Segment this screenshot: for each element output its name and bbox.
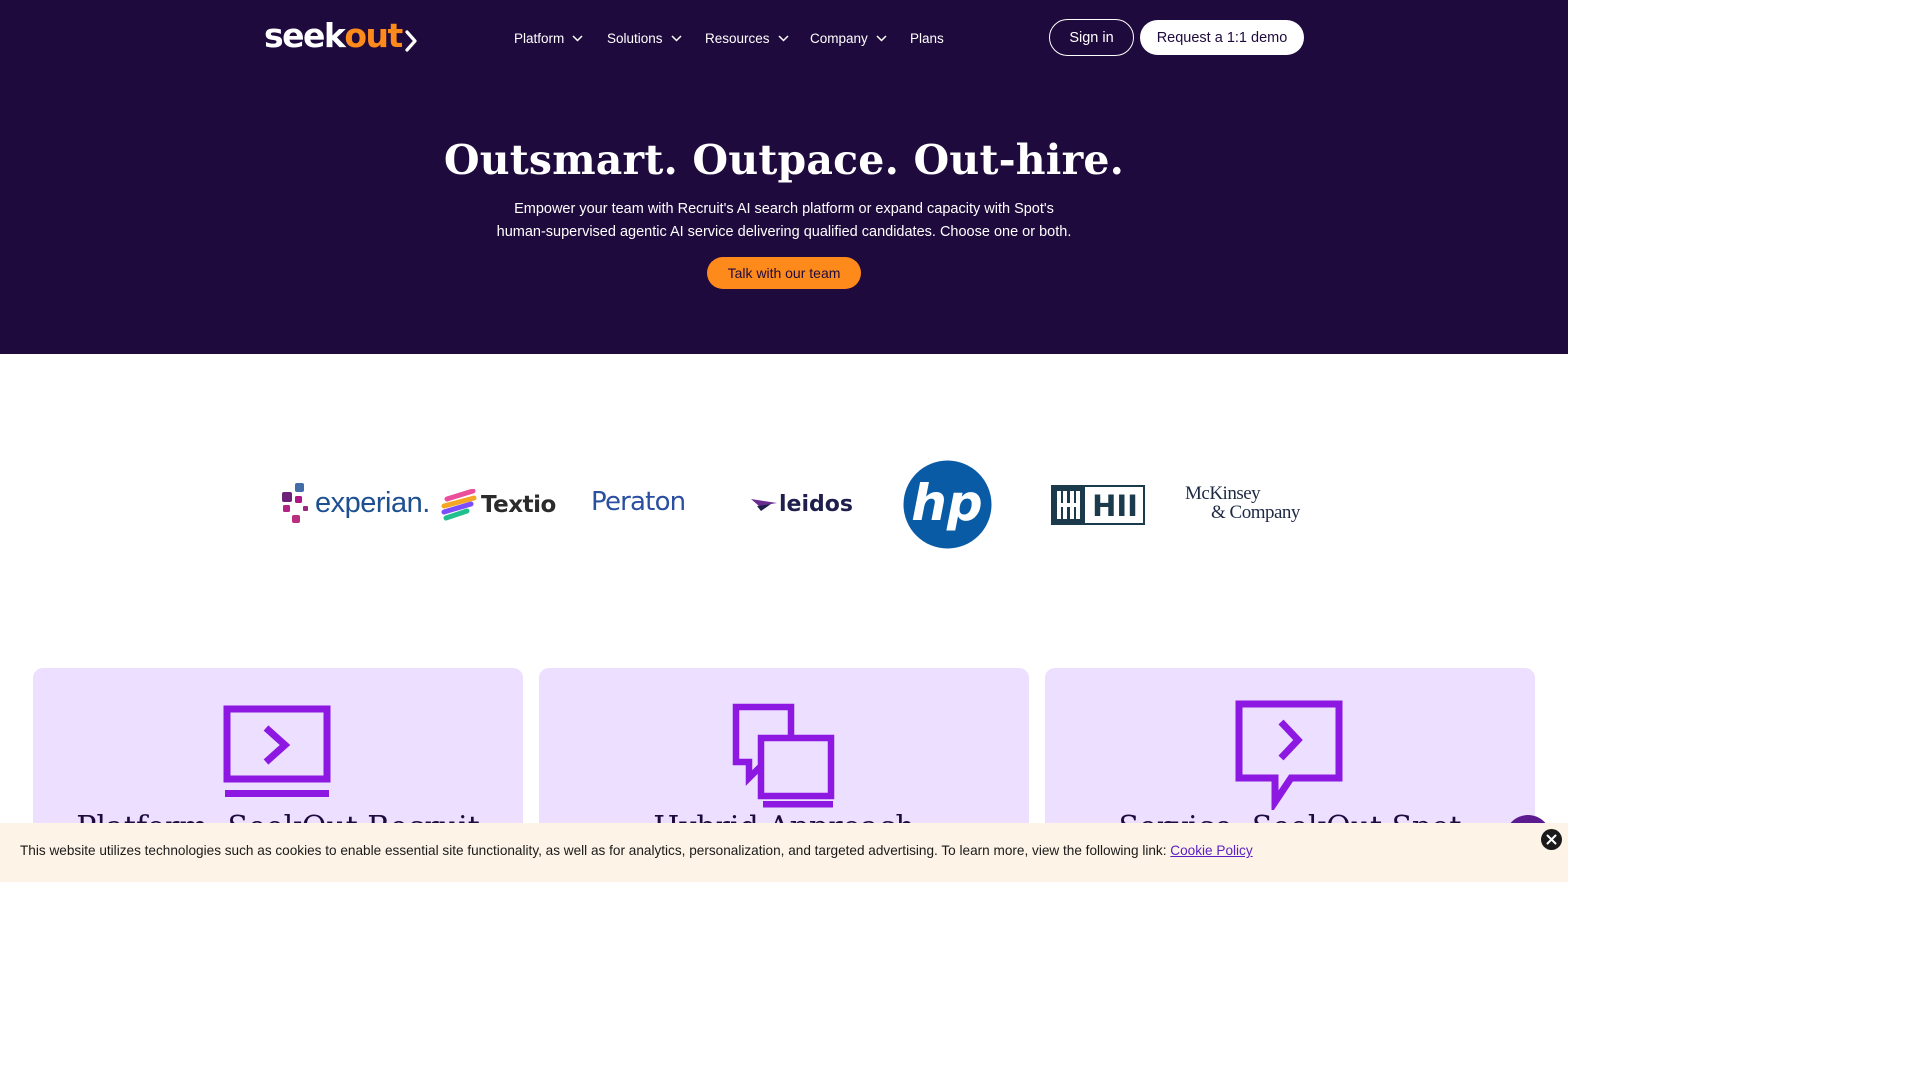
cookie-close-button[interactable] xyxy=(1541,829,1562,850)
hii-badge-icon: HII xyxy=(1051,485,1145,525)
hero-title: Outsmart. Outpace. Out-hire. xyxy=(443,136,1125,184)
customer-logos: experian. Textio Peraton leidos hp HII M… xyxy=(0,354,1568,668)
sign-in-button[interactable]: Sign in xyxy=(1049,19,1134,56)
cookie-policy-link[interactable]: Cookie Policy xyxy=(1170,843,1252,858)
screen-chevron-icon xyxy=(223,705,331,797)
logo-text-seek: seek xyxy=(264,16,346,55)
experian-logo: experian. xyxy=(281,482,430,524)
cookie-banner: This website utilizes technologies such … xyxy=(0,823,1568,882)
mckinsey-logo-line-1: McKinsey xyxy=(1185,483,1261,504)
logo-text-out: out xyxy=(344,16,403,55)
cookie-banner-text: This website utilizes technologies such … xyxy=(20,843,1253,858)
hero-section: seek out Platform Solutions Resources Com… xyxy=(0,0,1568,354)
nav-platform-label: Platform xyxy=(514,30,565,46)
nav-company-label: Company xyxy=(810,30,868,46)
nav-resources[interactable]: Resources xyxy=(705,28,810,48)
textio-logo: Textio xyxy=(441,489,556,521)
hii-logo: HII xyxy=(1051,485,1145,525)
hp-logo: hp xyxy=(903,460,992,549)
experian-logo-text: experian. xyxy=(315,486,430,519)
nav-company[interactable]: Company xyxy=(810,28,910,48)
page: seek out Platform Solutions Resources Com… xyxy=(0,0,1568,882)
close-icon xyxy=(1546,834,1557,845)
hii-logo-text: HII xyxy=(1092,489,1138,523)
cookie-banner-message: This website utilizes technologies such … xyxy=(20,843,1167,858)
experian-dots-icon xyxy=(282,483,308,523)
talk-with-team-button[interactable]: Talk with our team xyxy=(707,257,861,289)
chat-chevron-icon xyxy=(1235,700,1343,810)
hero-subtitle-line-1: Empower your team with Recruit's AI sear… xyxy=(514,201,1054,217)
chevron-down-icon xyxy=(671,34,682,42)
leidos-logo-text: leidos xyxy=(779,492,853,517)
chevron-down-icon xyxy=(778,34,789,42)
hero-subtitle: Empower your team with Recruit's AI sear… xyxy=(0,198,1568,244)
chevron-down-icon xyxy=(876,34,887,42)
hp-logo-text: hp xyxy=(911,474,982,532)
mckinsey-logo: McKinsey & Company xyxy=(1185,484,1300,522)
nav-resources-label: Resources xyxy=(705,30,770,46)
request-demo-button[interactable]: Request a 1:1 demo xyxy=(1140,20,1304,55)
nav-solutions[interactable]: Solutions xyxy=(607,28,705,48)
logo-chevron-icon xyxy=(405,30,417,52)
overlapping-chat-icon xyxy=(732,703,835,808)
leidos-arrow-icon xyxy=(751,498,777,511)
textio-logo-text: Textio xyxy=(481,492,556,518)
leidos-logo: leidos xyxy=(751,492,853,517)
nav-plans[interactable]: Plans xyxy=(910,28,944,48)
nav-plans-label: Plans xyxy=(910,30,944,46)
nav-platform[interactable]: Platform xyxy=(514,28,607,48)
main-nav: Platform Solutions Resources Company Pla… xyxy=(514,28,944,48)
hero-subtitle-line-2: human-supervised agentic AI service deli… xyxy=(496,224,1072,240)
hp-circle-icon: hp xyxy=(903,460,992,549)
chevron-down-icon xyxy=(572,34,583,42)
peraton-logo: Peraton xyxy=(591,487,686,517)
mckinsey-logo-line-2: & Company xyxy=(1211,502,1300,523)
peraton-logo-text: Peraton xyxy=(591,487,686,517)
nav-solutions-label: Solutions xyxy=(607,30,663,46)
seekout-logo[interactable]: seek out xyxy=(264,16,418,56)
textio-brush-icon xyxy=(441,489,477,521)
